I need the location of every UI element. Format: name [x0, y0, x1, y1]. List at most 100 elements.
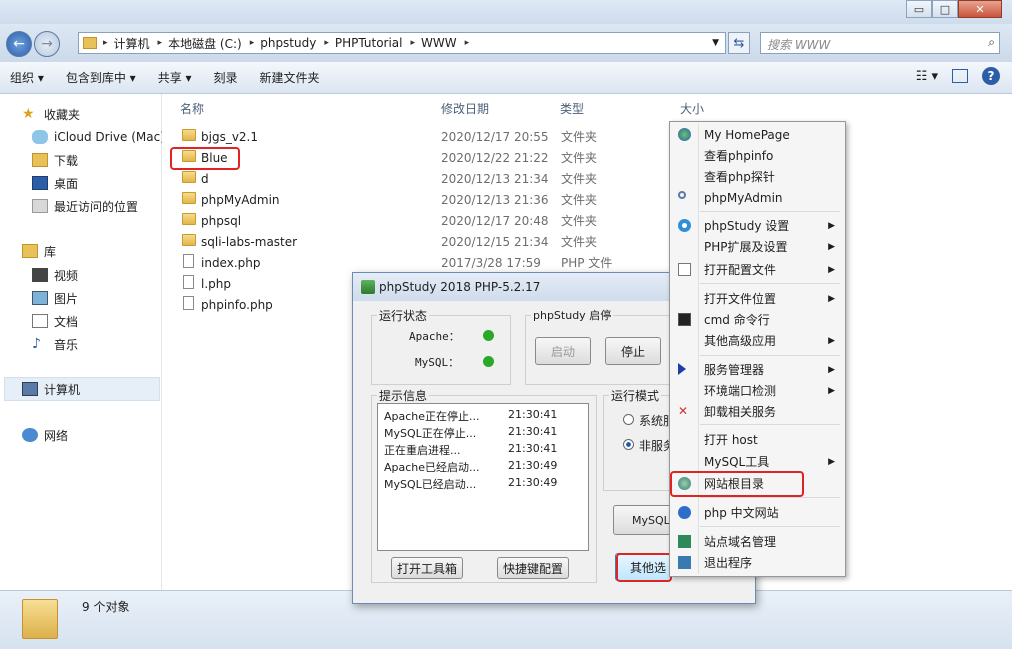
column-header-type[interactable]: 类型	[560, 100, 584, 117]
sidebar-item-recent[interactable]: 最近访问的位置	[32, 196, 138, 216]
mode-system-label: 系统服	[639, 414, 669, 428]
back-button[interactable]: ←	[6, 31, 32, 57]
column-header-date[interactable]: 修改日期	[441, 100, 489, 117]
menu-item[interactable]: 环境端口检测 ▶	[670, 380, 845, 401]
dropdown-icon[interactable]: ▼	[712, 38, 719, 48]
file-date: 2020/12/17 20:48	[441, 213, 549, 228]
sidebar-item-network[interactable]: 网络	[22, 425, 68, 445]
preview-pane-icon[interactable]	[952, 69, 968, 83]
menu-item[interactable]: MySQL工具 ▶	[670, 451, 845, 472]
file-name: bjgs_v2.1	[201, 129, 259, 144]
menu-item[interactable]: 查看php探针	[670, 166, 845, 187]
window-titlebar: ▭ □ ✕	[0, 0, 1012, 24]
menu-item-label: 站点域名管理	[704, 535, 777, 549]
menu-item-label: 查看php探针	[704, 170, 775, 184]
log-message: MySQL正在停止...	[384, 427, 477, 440]
library-icon	[22, 244, 38, 258]
open-toolbox-button[interactable]: 打开工具箱	[391, 557, 463, 579]
burn-button[interactable]: 刻录	[214, 69, 238, 86]
highlight-blue-folder	[170, 147, 240, 170]
crumb-computer[interactable]: 计算机	[114, 35, 150, 52]
sidebar-item-desktop[interactable]: 桌面	[32, 173, 78, 193]
search-input[interactable]: 搜索 WWW ⌕	[760, 32, 1000, 54]
mysql-label: MySQL：	[415, 356, 460, 369]
submenu-arrow-icon: ▶	[828, 264, 835, 275]
mysql-manager-button[interactable]: MySQL	[613, 505, 669, 535]
menu-item[interactable]: PHP扩展及设置 ▶	[670, 236, 845, 257]
menu-item[interactable]: php 中文网站	[670, 502, 845, 523]
crumb-phptutorial[interactable]: PHPTutorial	[335, 36, 403, 50]
menu-item-label: 服务管理器	[704, 363, 765, 377]
column-header-name[interactable]: 名称	[180, 100, 204, 117]
config-icon	[678, 263, 691, 276]
sidebar-item-downloads[interactable]: 下载	[32, 150, 78, 170]
menu-item-label: cmd 命令行	[704, 313, 770, 327]
menu-item-label: 退出程序	[704, 556, 753, 570]
run-status-group	[371, 315, 511, 385]
submenu-arrow-icon: ▶	[828, 456, 835, 467]
menu-separator	[700, 497, 840, 498]
mode-system-radio[interactable]	[623, 414, 634, 425]
link-icon	[678, 191, 686, 199]
start-button[interactable]: 启动	[535, 337, 591, 365]
include-library-button[interactable]: 包含到库中 ▾	[66, 69, 136, 86]
sidebar-item-pictures[interactable]: 图片	[32, 288, 78, 308]
desktop-icon	[32, 176, 48, 190]
folder-icon	[32, 153, 48, 167]
menu-item[interactable]: 退出程序	[670, 552, 845, 573]
log-message: MySQL已经启动...	[384, 478, 477, 491]
menu-item[interactable]: phpStudy 设置 ▶	[670, 215, 845, 236]
menu-separator	[700, 355, 840, 356]
menu-item[interactable]: 查看phpinfo	[670, 145, 845, 166]
share-button[interactable]: 共享 ▾	[158, 69, 192, 86]
menu-item-label: 打开配置文件	[704, 263, 777, 277]
column-header-size[interactable]: 大小	[680, 100, 704, 117]
menu-item[interactable]: 站点域名管理	[670, 531, 845, 552]
menu-item[interactable]: 其他高级应用 ▶	[670, 330, 845, 351]
maximize-button[interactable]: □	[932, 0, 958, 18]
php-file-icon	[183, 275, 194, 289]
sidebar-item-favorites[interactable]: ★ 收藏夹	[22, 104, 80, 124]
close-button[interactable]: ✕	[958, 0, 1002, 18]
sidebar-item-icloud[interactable]: iCloud Drive (Mac)	[32, 127, 165, 147]
crumb-phpstudy[interactable]: phpstudy	[260, 36, 316, 50]
sidebar-item-computer[interactable]: 计算机	[22, 379, 80, 399]
menu-item[interactable]: 服务管理器 ▶	[670, 359, 845, 380]
cloud-icon	[32, 130, 48, 144]
address-input[interactable]: ▸ 计算机 ▸ 本地磁盘 (C:) ▸ phpstudy ▸ PHPTutorial ▸…	[78, 32, 726, 54]
address-bar-area: ← → ▸ 计算机 ▸ 本地磁盘 (C:) ▸ phpstudy ▸ PHPTutor…	[0, 24, 1012, 62]
menu-item[interactable]: My HomePage	[670, 124, 845, 145]
mode-nonservice-radio[interactable]	[623, 439, 634, 450]
view-options-icon[interactable]: ☷ ▾	[916, 69, 938, 84]
sidebar-item-libraries[interactable]: 库	[22, 241, 56, 261]
hotkey-config-button[interactable]: 快捷键配置	[497, 557, 569, 579]
menu-item[interactable]: phpMyAdmin	[670, 187, 845, 208]
file-type: 文件夹	[561, 151, 598, 165]
help-icon[interactable]: ?	[982, 67, 1000, 85]
minimize-button[interactable]: ▭	[906, 0, 932, 18]
file-type: 文件夹	[561, 235, 598, 249]
forward-button[interactable]: →	[34, 31, 60, 57]
refresh-button[interactable]: ⇆	[728, 32, 750, 54]
sidebar-item-videos[interactable]: 视频	[32, 265, 78, 285]
stop-button[interactable]: 停止	[605, 337, 661, 365]
new-folder-button[interactable]: 新建文件夹	[260, 69, 320, 86]
sidebar-item-music[interactable]: ♪ 音乐	[32, 334, 78, 354]
search-icon[interactable]: ⌕	[988, 35, 995, 50]
file-name: l.php	[201, 276, 231, 291]
menu-item[interactable]: ✕ 卸载相关服务	[670, 401, 845, 422]
crumb-drive[interactable]: 本地磁盘 (C:)	[168, 35, 242, 52]
menu-separator	[700, 283, 840, 284]
menu-item[interactable]: cmd 命令行	[670, 309, 845, 330]
log-message: Apache已经启动...	[384, 461, 480, 474]
play-icon	[678, 363, 686, 375]
crumb-www[interactable]: WWW	[421, 36, 457, 50]
organize-button[interactable]: 组织 ▾	[10, 69, 44, 86]
menu-item[interactable]: 打开配置文件 ▶	[670, 259, 845, 280]
log-time: 21:30:41	[508, 425, 558, 438]
menu-item[interactable]: 打开文件位置 ▶	[670, 288, 845, 309]
item-count: 9 个对象	[82, 600, 130, 614]
menu-item[interactable]: 打开 host	[670, 429, 845, 450]
menu-item-label: 查看phpinfo	[704, 149, 774, 163]
sidebar-item-documents[interactable]: 文档	[32, 311, 78, 331]
